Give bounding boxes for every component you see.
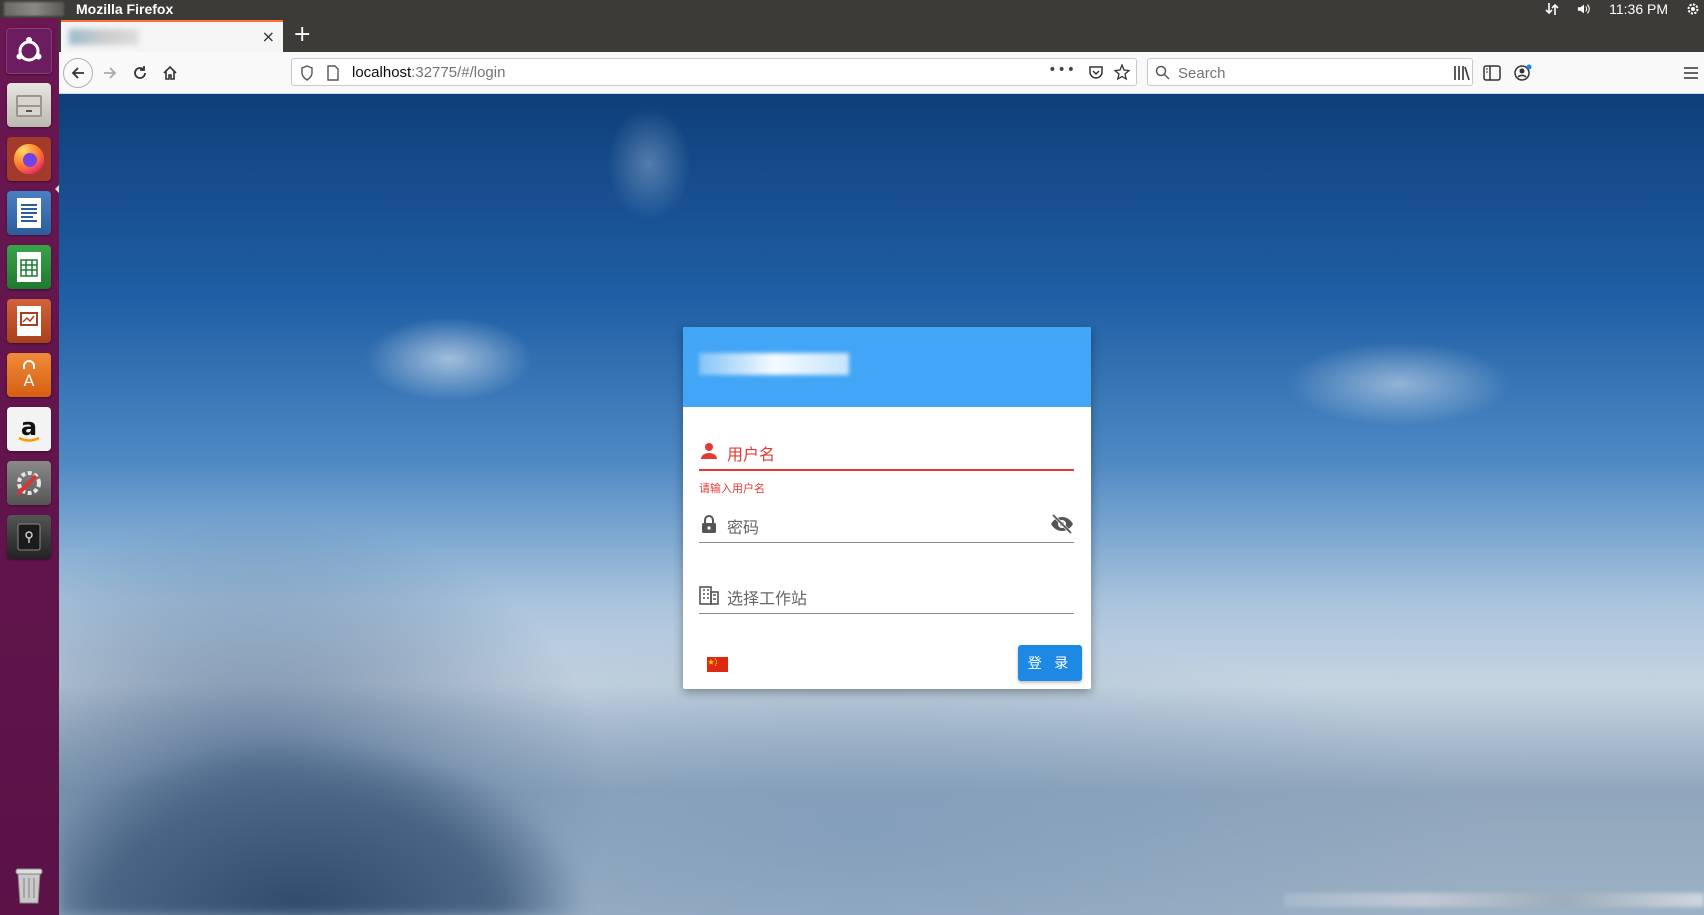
wrench-gear-icon — [16, 471, 41, 496]
launcher-software[interactable]: A — [4, 350, 54, 400]
gear-icon[interactable] — [1686, 2, 1700, 16]
flag-stars-icon — [708, 658, 718, 666]
window-title: Mozilla Firefox — [76, 1, 174, 17]
username-error-message: 请输入用户名 — [699, 482, 765, 495]
new-tab-button[interactable]: + — [293, 22, 311, 48]
forward-arrow-icon — [104, 67, 117, 79]
shield-icon[interactable] — [300, 65, 314, 81]
workstation-select[interactable]: 选择工作站 — [699, 577, 1074, 614]
home-icon — [163, 65, 177, 80]
ubuntu-logo-icon — [16, 37, 42, 62]
login-card: 用户名 请输入用户名 密码 选择工作站 登 录 — [683, 327, 1091, 689]
volume-icon[interactable] — [1577, 2, 1591, 16]
back-arrow-icon — [71, 67, 84, 79]
safe-icon — [17, 523, 41, 551]
hamburger-menu-icon[interactable] — [1683, 65, 1699, 81]
clock[interactable]: 11:36 PM — [1609, 1, 1668, 17]
reload-button[interactable] — [127, 60, 153, 86]
password-field[interactable]: 密码 — [699, 506, 1074, 543]
search-icon — [1155, 65, 1170, 80]
presentation-icon — [17, 306, 41, 336]
launcher-impress[interactable] — [4, 296, 54, 346]
tab-login[interactable]: × — [61, 20, 283, 52]
svg-text:a: a — [21, 413, 37, 441]
username-field[interactable]: 用户名 — [699, 433, 1074, 471]
workstation-label: 选择工作站 — [727, 589, 808, 608]
launcher-files[interactable] — [4, 80, 54, 130]
library-icon[interactable] — [1453, 65, 1471, 81]
sidebar-icon[interactable] — [1483, 65, 1501, 81]
home-button[interactable] — [157, 60, 183, 86]
trash-icon — [15, 868, 43, 904]
login-card-header — [683, 327, 1091, 407]
url-host: localhost — [352, 64, 412, 81]
search-bar[interactable] — [1147, 58, 1473, 86]
close-tab-icon[interactable]: × — [262, 27, 275, 46]
pocket-icon[interactable] — [1088, 64, 1104, 80]
username-label: 用户名 — [727, 445, 776, 464]
launcher-writer[interactable] — [4, 188, 54, 238]
back-button[interactable] — [63, 58, 93, 88]
blurred-system-title — [699, 353, 849, 375]
reload-icon — [134, 66, 146, 79]
lock-icon — [702, 515, 716, 533]
launcher-amazon[interactable]: a — [4, 404, 54, 454]
url-path: :32775/#/login — [411, 64, 506, 81]
url-bar[interactable]: localhost:32775/#/login ••• — [291, 58, 1137, 86]
blurred-panel-logo — [4, 2, 64, 16]
url-text[interactable]: localhost:32775/#/login — [352, 64, 505, 81]
forward-button[interactable] — [97, 60, 123, 86]
svg-text:A: A — [24, 371, 35, 390]
bookmark-star-icon[interactable] — [1114, 64, 1130, 80]
tab-bar: × + — [59, 18, 1704, 52]
writer-document-icon — [17, 198, 41, 228]
launcher-trash[interactable] — [4, 860, 54, 910]
panel-indicators: 11:36 PM — [1545, 0, 1704, 18]
search-input[interactable] — [1176, 62, 1460, 84]
shopping-bag-icon: A — [23, 360, 35, 390]
blurred-footer — [1284, 893, 1704, 907]
launcher-safe[interactable] — [4, 512, 54, 562]
top-panel: Mozilla Firefox 11:36 PM — [0, 0, 1704, 18]
account-icon[interactable] — [1513, 64, 1533, 82]
password-label: 密码 — [727, 518, 760, 537]
page-actions-icon[interactable]: ••• — [1048, 62, 1076, 78]
login-button[interactable]: 登 录 — [1018, 645, 1082, 681]
nav-bar: localhost:32775/#/login ••• — [59, 52, 1704, 94]
launcher: A a — [0, 18, 59, 915]
launcher-firefox[interactable] — [4, 134, 54, 184]
page-icon[interactable] — [326, 65, 340, 81]
launcher-ubuntu-dash[interactable] — [4, 26, 54, 76]
launcher-settings[interactable] — [4, 458, 54, 508]
spreadsheet-icon — [17, 252, 41, 282]
firefox-icon — [14, 144, 44, 174]
file-cabinet-icon — [16, 95, 42, 117]
china-flag-icon[interactable] — [707, 657, 728, 672]
launcher-calc[interactable] — [4, 242, 54, 292]
visibility-off-icon[interactable] — [1050, 514, 1074, 534]
network-icon[interactable] — [1545, 2, 1559, 16]
amazon-icon: a — [18, 413, 40, 442]
background-mountain — [59, 685, 759, 915]
building-icon — [699, 586, 719, 605]
person-icon — [701, 443, 717, 459]
blurred-tab-title — [69, 29, 139, 45]
